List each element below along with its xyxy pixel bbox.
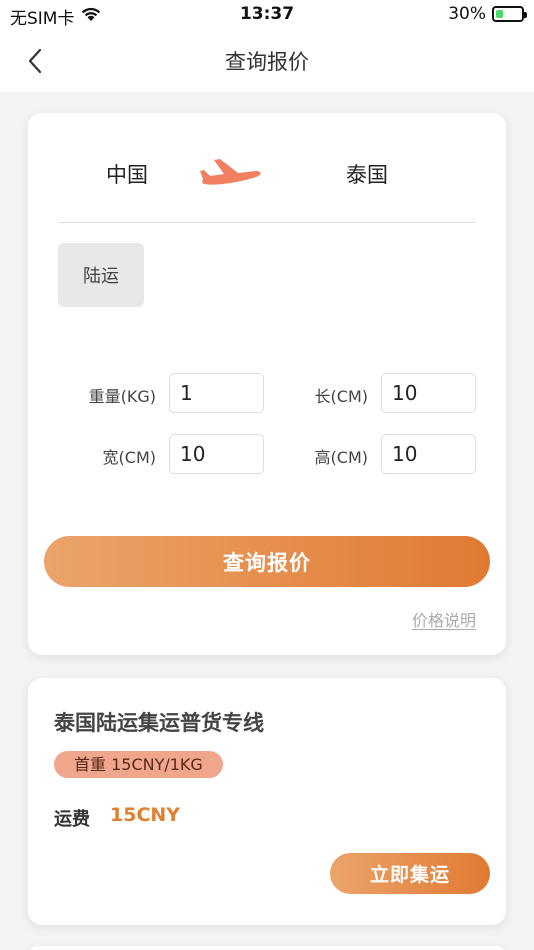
fee-value: 15CNY: [110, 804, 181, 826]
height-label: 高(CM): [314, 448, 368, 467]
first-weight-badge: 首重 15CNY/1KG: [54, 751, 223, 778]
quote-result-card: 泰国陆运集运普货专线 首重 15CNY/1KG 运费 15CNY 立即集运: [28, 678, 506, 925]
width-input[interactable]: 10: [169, 434, 264, 474]
battery-percent: 30%: [448, 4, 486, 24]
battery-icon: [492, 6, 527, 22]
height-input[interactable]: 10: [381, 434, 476, 474]
service-title: 泰国陆运集运普货专线: [54, 711, 264, 735]
status-bar: 无SIM卡 13:37 30%: [0, 0, 534, 30]
next-result-card: [28, 946, 506, 950]
route-selector: 中国 泰国: [28, 113, 506, 223]
divider: [58, 222, 476, 223]
page-title: 查询报价: [225, 50, 309, 74]
ship-now-button[interactable]: 立即集运: [330, 853, 490, 894]
origin-country[interactable]: 中国: [106, 159, 148, 189]
nav-bar: 查询报价: [0, 30, 534, 92]
width-label: 宽(CM): [102, 448, 156, 467]
weight-label: 重量(KG): [88, 387, 156, 406]
query-quote-button[interactable]: 查询报价: [44, 536, 490, 587]
length-label: 长(CM): [314, 387, 368, 406]
fee-label: 运费: [54, 809, 90, 830]
length-input[interactable]: 10: [381, 373, 476, 413]
price-note-link[interactable]: 价格说明: [412, 607, 476, 631]
weight-input[interactable]: 1: [169, 373, 264, 413]
transport-mode-land[interactable]: 陆运: [58, 243, 144, 307]
battery-level: [496, 10, 504, 18]
airplane-icon: [198, 153, 264, 193]
destination-country[interactable]: 泰国: [346, 159, 388, 189]
quote-query-card: 中国 泰国 陆运 重量(KG) 1 长(CM) 10 宽(CM) 10 高(CM…: [28, 113, 506, 655]
status-right: 30%: [448, 4, 527, 24]
